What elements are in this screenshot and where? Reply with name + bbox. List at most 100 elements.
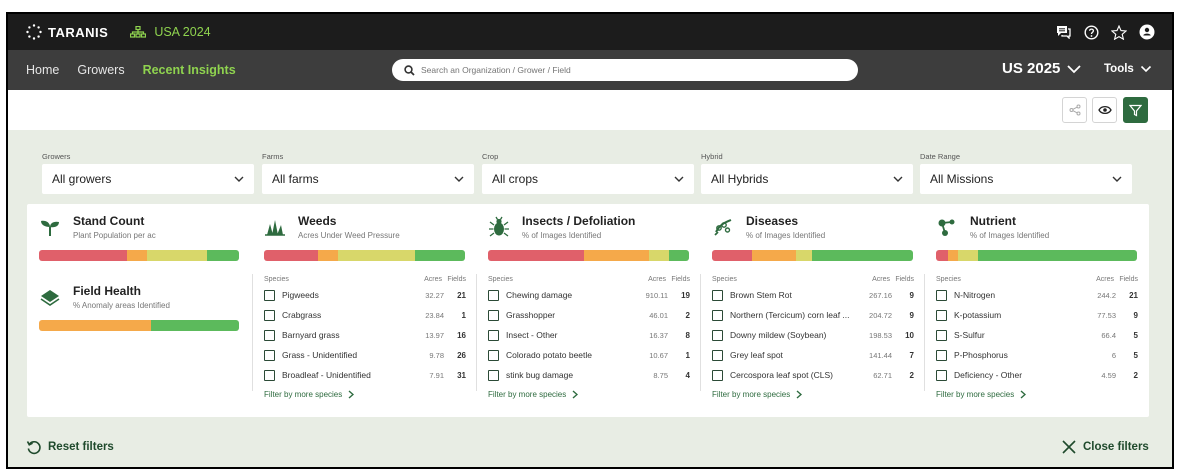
column-title: Diseases bbox=[746, 214, 799, 228]
species-fields: 9 bbox=[909, 290, 914, 300]
filter-button[interactable] bbox=[1123, 97, 1148, 123]
column-header[interactable]: Weeds Acres Under Weed Pressure bbox=[264, 214, 400, 240]
region-selector[interactable]: USA 2024 bbox=[130, 25, 211, 39]
stand-count-header[interactable]: Stand Count Plant Population per ac bbox=[39, 214, 156, 240]
filter-more-species-link[interactable]: Filter by more species bbox=[712, 390, 803, 399]
species-checkbox[interactable] bbox=[936, 369, 947, 381]
severity-bar bbox=[936, 250, 1137, 261]
star-icon[interactable] bbox=[1110, 23, 1128, 41]
species-checkbox[interactable] bbox=[712, 369, 723, 381]
table-row: Colorado potato beetle 10.67 1 bbox=[488, 345, 690, 365]
species-fields: 16 bbox=[457, 330, 466, 340]
severity-high-segment bbox=[488, 250, 585, 261]
nav-growers[interactable]: Growers bbox=[77, 63, 124, 77]
species-table: Species Acres Fields N-Nitrogen 244.2 21 K-pot… bbox=[936, 274, 1138, 385]
species-checkbox[interactable] bbox=[936, 349, 947, 361]
toolbar bbox=[8, 90, 1172, 130]
stand-count-column: Stand Count Plant Population per ac Fiel… bbox=[27, 204, 251, 417]
date-range-dropdown[interactable]: All Missions bbox=[920, 164, 1132, 194]
filter-farms: Farms All farms bbox=[262, 152, 474, 194]
species-checkbox[interactable] bbox=[488, 289, 499, 301]
species-fields: 10 bbox=[905, 330, 914, 340]
column-header[interactable]: Insects / Defoliation % of Images Identif… bbox=[488, 214, 635, 240]
close-label: Close filters bbox=[1083, 441, 1149, 453]
season-label: US 2025 bbox=[1002, 60, 1061, 77]
species-checkbox[interactable] bbox=[488, 349, 499, 361]
species-checkbox[interactable] bbox=[936, 329, 947, 341]
farms-dropdown[interactable]: All farms bbox=[262, 164, 474, 194]
field-health-header[interactable]: Field Health % Anomaly areas Identified bbox=[39, 284, 170, 310]
tools-menu[interactable]: Tools bbox=[1104, 63, 1152, 75]
column-subtitle: % of Images Identified bbox=[746, 231, 826, 240]
species-checkbox[interactable] bbox=[712, 289, 723, 301]
nav-home[interactable]: Home bbox=[26, 63, 59, 77]
app-frame: TARANIS USA 2024 Home Growers Recent Ins… bbox=[6, 12, 1174, 469]
nav-recent-insights[interactable]: Recent Insights bbox=[143, 63, 236, 77]
species-checkbox[interactable] bbox=[488, 369, 499, 381]
reset-filters-button[interactable]: Reset filters bbox=[26, 439, 114, 455]
header-fields: Fields bbox=[1119, 276, 1138, 283]
hybrid-dropdown[interactable]: All Hybrids bbox=[701, 164, 913, 194]
species-checkbox[interactable] bbox=[712, 309, 723, 321]
species-fields: 21 bbox=[457, 290, 466, 300]
severity-medium-segment bbox=[39, 320, 151, 331]
column-title: Weeds bbox=[298, 214, 337, 228]
species-fields: 4 bbox=[685, 370, 690, 380]
search-bar[interactable] bbox=[392, 59, 858, 81]
species-checkbox[interactable] bbox=[712, 329, 723, 341]
species-checkbox[interactable] bbox=[264, 289, 275, 301]
species-checkbox[interactable] bbox=[264, 369, 275, 381]
species-acres: 66.4 bbox=[1101, 330, 1116, 340]
table-row: Insect - Other 16.37 8 bbox=[488, 325, 690, 345]
species-name: Cercospora leaf spot (CLS) bbox=[730, 370, 833, 380]
column-header[interactable]: Nutrient % of Images Identified bbox=[936, 214, 1049, 240]
search-input[interactable] bbox=[421, 65, 841, 75]
species-checkbox[interactable] bbox=[264, 309, 275, 321]
chat-icon[interactable] bbox=[1054, 23, 1072, 41]
chevron-down-icon bbox=[234, 176, 244, 182]
severity-medium-segment bbox=[318, 250, 339, 261]
crop-dropdown[interactable]: All crops bbox=[482, 164, 694, 194]
nav-bar: Home Growers Recent Insights US 2025 Too… bbox=[8, 50, 1172, 90]
taranis-logo[interactable]: TARANIS bbox=[26, 24, 108, 40]
close-filters-button[interactable]: Close filters bbox=[1061, 439, 1149, 455]
species-checkbox[interactable] bbox=[264, 349, 275, 361]
tools-label: Tools bbox=[1104, 63, 1134, 75]
weedscolumn: Weeds Acres Under Weed Pressure Species Acr… bbox=[252, 204, 476, 417]
season-selector[interactable]: US 2025 bbox=[1002, 60, 1082, 77]
table-row: S-Sulfur 66.4 5 bbox=[936, 325, 1138, 345]
species-checkbox[interactable] bbox=[712, 349, 723, 361]
species-checkbox[interactable] bbox=[264, 329, 275, 341]
species-acres: 9.78 bbox=[429, 350, 444, 360]
search-icon bbox=[404, 64, 415, 76]
column-header[interactable]: Diseases % of Images Identified bbox=[712, 214, 825, 240]
species-acres: 267.16 bbox=[869, 290, 892, 300]
species-checkbox[interactable] bbox=[488, 309, 499, 321]
growers-dropdown[interactable]: All growers bbox=[42, 164, 254, 194]
user-avatar-icon[interactable] bbox=[1138, 23, 1156, 41]
species-fields: 2 bbox=[685, 310, 690, 320]
help-icon[interactable] bbox=[1082, 23, 1100, 41]
species-name: Broadleaf - Unidentified bbox=[282, 370, 371, 380]
species-table: Species Acres Fields Chewing damage 910.11 19… bbox=[488, 274, 690, 385]
species-acres: 6 bbox=[1111, 350, 1116, 360]
species-checkbox[interactable] bbox=[936, 309, 947, 321]
header-acres: Acres bbox=[872, 276, 890, 283]
share-button[interactable] bbox=[1062, 97, 1087, 123]
visibility-button[interactable] bbox=[1092, 97, 1117, 123]
filter-more-species-link[interactable]: Filter by more species bbox=[936, 390, 1027, 399]
species-acres: 32.27 bbox=[425, 290, 444, 300]
insects-defoliationcolumn: Insects / Defoliation % of Images Identif… bbox=[476, 204, 700, 417]
species-fields: 31 bbox=[457, 370, 466, 380]
species-checkbox[interactable] bbox=[488, 329, 499, 341]
table-row: P-Phosphorus 6 5 bbox=[936, 345, 1138, 365]
species-acres: 4.59 bbox=[1101, 370, 1116, 380]
header-species: Species bbox=[264, 276, 289, 283]
species-name: Pigweeds bbox=[282, 290, 319, 300]
severity-medium-segment bbox=[584, 250, 649, 261]
filter-crop: Crop All crops bbox=[482, 152, 694, 194]
filter-more-species-link[interactable]: Filter by more species bbox=[264, 390, 355, 399]
filter-more-species-link[interactable]: Filter by more species bbox=[488, 390, 579, 399]
stand-count-bar bbox=[39, 250, 239, 261]
species-checkbox[interactable] bbox=[936, 289, 947, 301]
